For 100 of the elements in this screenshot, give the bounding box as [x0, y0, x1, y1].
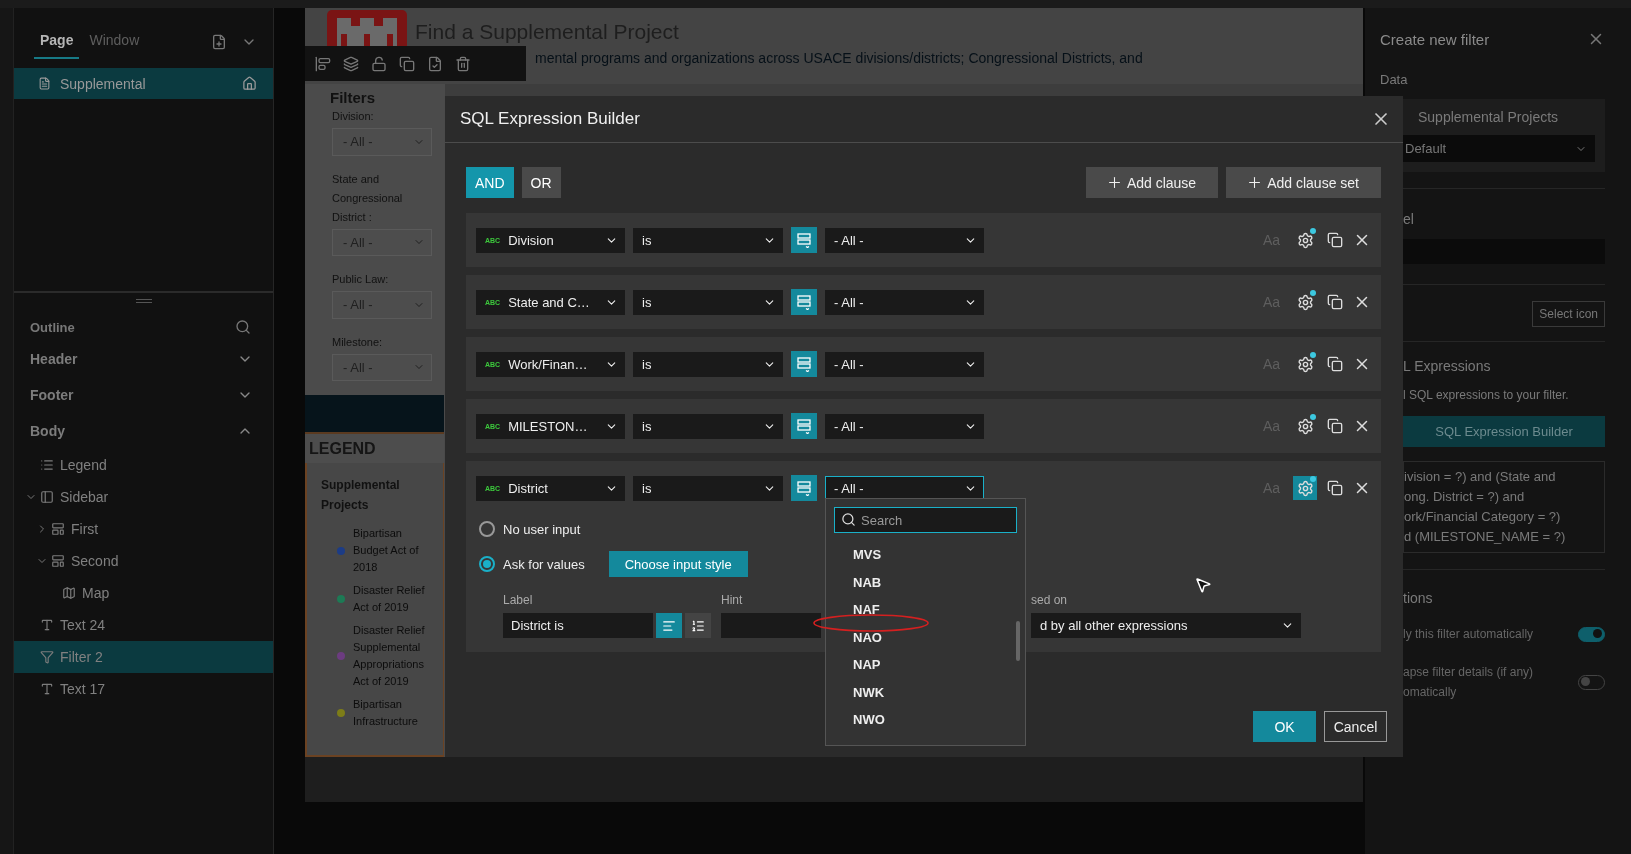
page-subtitle: mental programs and organizations across USACE divisions/districts; Congressional Districts, and: [535, 50, 1143, 66]
page-icon: [38, 77, 51, 90]
input-style-button[interactable]: Choose input style: [608, 551, 748, 577]
duplicate-button[interactable]: [1327, 356, 1343, 372]
list-option[interactable]: NWK: [834, 678, 1004, 706]
data-label: Data: [1380, 72, 1409, 87]
value-dropdown[interactable]: - All -: [825, 413, 984, 439]
source-button[interactable]: [791, 227, 817, 253]
source-button[interactable]: [791, 475, 817, 501]
list-option[interactable]: NWO: [834, 706, 1004, 734]
text-icon: [40, 682, 54, 696]
unlock-icon[interactable]: [371, 55, 387, 72]
ok-button[interactable]: OK: [1253, 711, 1316, 742]
outline-section[interactable]: Footer: [14, 377, 273, 413]
layout-button[interactable]: [656, 613, 682, 638]
list-option[interactable]: NAB: [834, 568, 1004, 596]
filter-icon: [40, 650, 54, 664]
filter-label: Public Law:: [332, 272, 390, 287]
value-dropdown[interactable]: - All -: [825, 351, 984, 377]
cancel-button[interactable]: Cancel: [1324, 711, 1387, 742]
panel-tab[interactable]: Page: [34, 25, 80, 59]
logic-toggle[interactable]: OR: [521, 167, 561, 198]
hint-field[interactable]: [721, 613, 821, 638]
list-icon: [796, 232, 812, 248]
list-option[interactable]: NAO: [834, 623, 1004, 651]
panel-title: Create new filter: [1380, 30, 1490, 48]
copy-icon[interactable]: [399, 55, 415, 72]
search-icon[interactable]: [235, 319, 251, 335]
operator-dropdown[interactable]: is: [633, 227, 783, 253]
delete-icon[interactable]: [455, 55, 471, 72]
duplicate-button[interactable]: [1327, 232, 1343, 248]
add-button[interactable]: Add clause: [1085, 167, 1219, 198]
list-icon: [796, 294, 812, 310]
source-button[interactable]: [791, 289, 817, 315]
layout-icon: [51, 554, 65, 568]
sidebar-icon: [40, 490, 54, 504]
duplicate-button[interactable]: [1327, 294, 1343, 310]
operator-dropdown[interactable]: is: [633, 289, 783, 315]
label-field[interactable]: District is: [503, 613, 653, 638]
home-icon: [242, 76, 257, 91]
filter-label: State and Congressional District :: [332, 171, 404, 225]
layout-icon: [51, 522, 65, 536]
file-icon[interactable]: [427, 55, 443, 72]
search-field[interactable]: Search: [834, 507, 1017, 533]
layout-button[interactable]: [685, 613, 711, 638]
outline-title: Outline: [30, 319, 75, 335]
radio-option[interactable]: No user input: [479, 521, 581, 537]
operator-dropdown[interactable]: is: [633, 413, 783, 439]
outline-section[interactable]: Body: [14, 413, 273, 449]
outline-item[interactable]: Map: [14, 577, 273, 609]
label-caption: Label: [503, 593, 533, 607]
sql-text: ivision = ?) and (State and ong. District = ?) and ork/Financial Category = ?) d (MILESTONE_NAME = ?): [1403, 461, 1605, 553]
outline-item[interactable]: First: [14, 513, 273, 545]
based-on-caption: sed on: [1031, 593, 1068, 607]
hint-caption: Hint: [721, 593, 743, 607]
duplicate-button[interactable]: [1327, 480, 1343, 496]
add-button[interactable]: Add clause set: [1226, 167, 1381, 198]
cursor-icon: [1194, 576, 1212, 594]
duplicate-button[interactable]: [1327, 418, 1343, 434]
legend-label: Bipartisan Infrastructure: [353, 697, 419, 729]
layers-icon[interactable]: [343, 55, 359, 72]
operator-dropdown[interactable]: is: [633, 351, 783, 377]
filters-title: Filters: [330, 90, 376, 106]
option-label: ly this filter automatically: [1403, 626, 1535, 643]
value-dropdown[interactable]: - All -: [825, 289, 984, 315]
outline-section[interactable]: Header: [14, 341, 273, 377]
source-button[interactable]: [791, 413, 817, 439]
list-icon: [796, 418, 812, 434]
outline-item[interactable]: Text 24: [14, 609, 273, 641]
logic-toggle[interactable]: AND: [466, 167, 514, 198]
legend-title: LEGEND: [305, 432, 445, 463]
scrollbar[interactable]: [1016, 621, 1020, 661]
resize-handle[interactable]: [135, 299, 152, 303]
list-option[interactable]: MVS: [834, 541, 1004, 569]
outline-item[interactable]: Legend: [14, 449, 273, 481]
toggle-switch[interactable]: [1578, 626, 1605, 642]
outline-item[interactable]: Text 17: [14, 673, 273, 705]
radio-option[interactable]: Ask for values: [479, 556, 585, 572]
select-icon-button[interactable]: Select icon: [1532, 301, 1605, 327]
sql-heading: L Expressions: [1403, 358, 1491, 374]
outline-item[interactable]: Sidebar: [14, 481, 273, 513]
source-button[interactable]: [791, 351, 817, 377]
options-heading: tions: [1403, 590, 1433, 606]
label-heading: el: [1403, 211, 1414, 227]
value-dropdown[interactable]: - All -: [825, 475, 984, 501]
outline-item[interactable]: Second: [14, 545, 273, 577]
based-on-dropdown[interactable]: d by all other expressions: [1031, 613, 1301, 638]
page-item[interactable]: Supplemental: [14, 68, 273, 99]
align-icon[interactable]: [315, 55, 331, 72]
value-dropdown[interactable]: - All -: [825, 227, 984, 253]
operator-dropdown[interactable]: is: [633, 475, 783, 501]
list-icon: [796, 480, 812, 496]
list-icon: [796, 356, 812, 372]
list-option[interactable]: NAP: [834, 651, 1004, 679]
map-icon: [62, 586, 76, 600]
legend-label: Disaster Relief Act of 2019: [353, 583, 426, 615]
add-page-icon[interactable]: [211, 34, 227, 50]
list-option[interactable]: NAF: [834, 596, 1004, 624]
search-icon: [841, 512, 856, 527]
align-left-icon: [662, 618, 676, 633]
